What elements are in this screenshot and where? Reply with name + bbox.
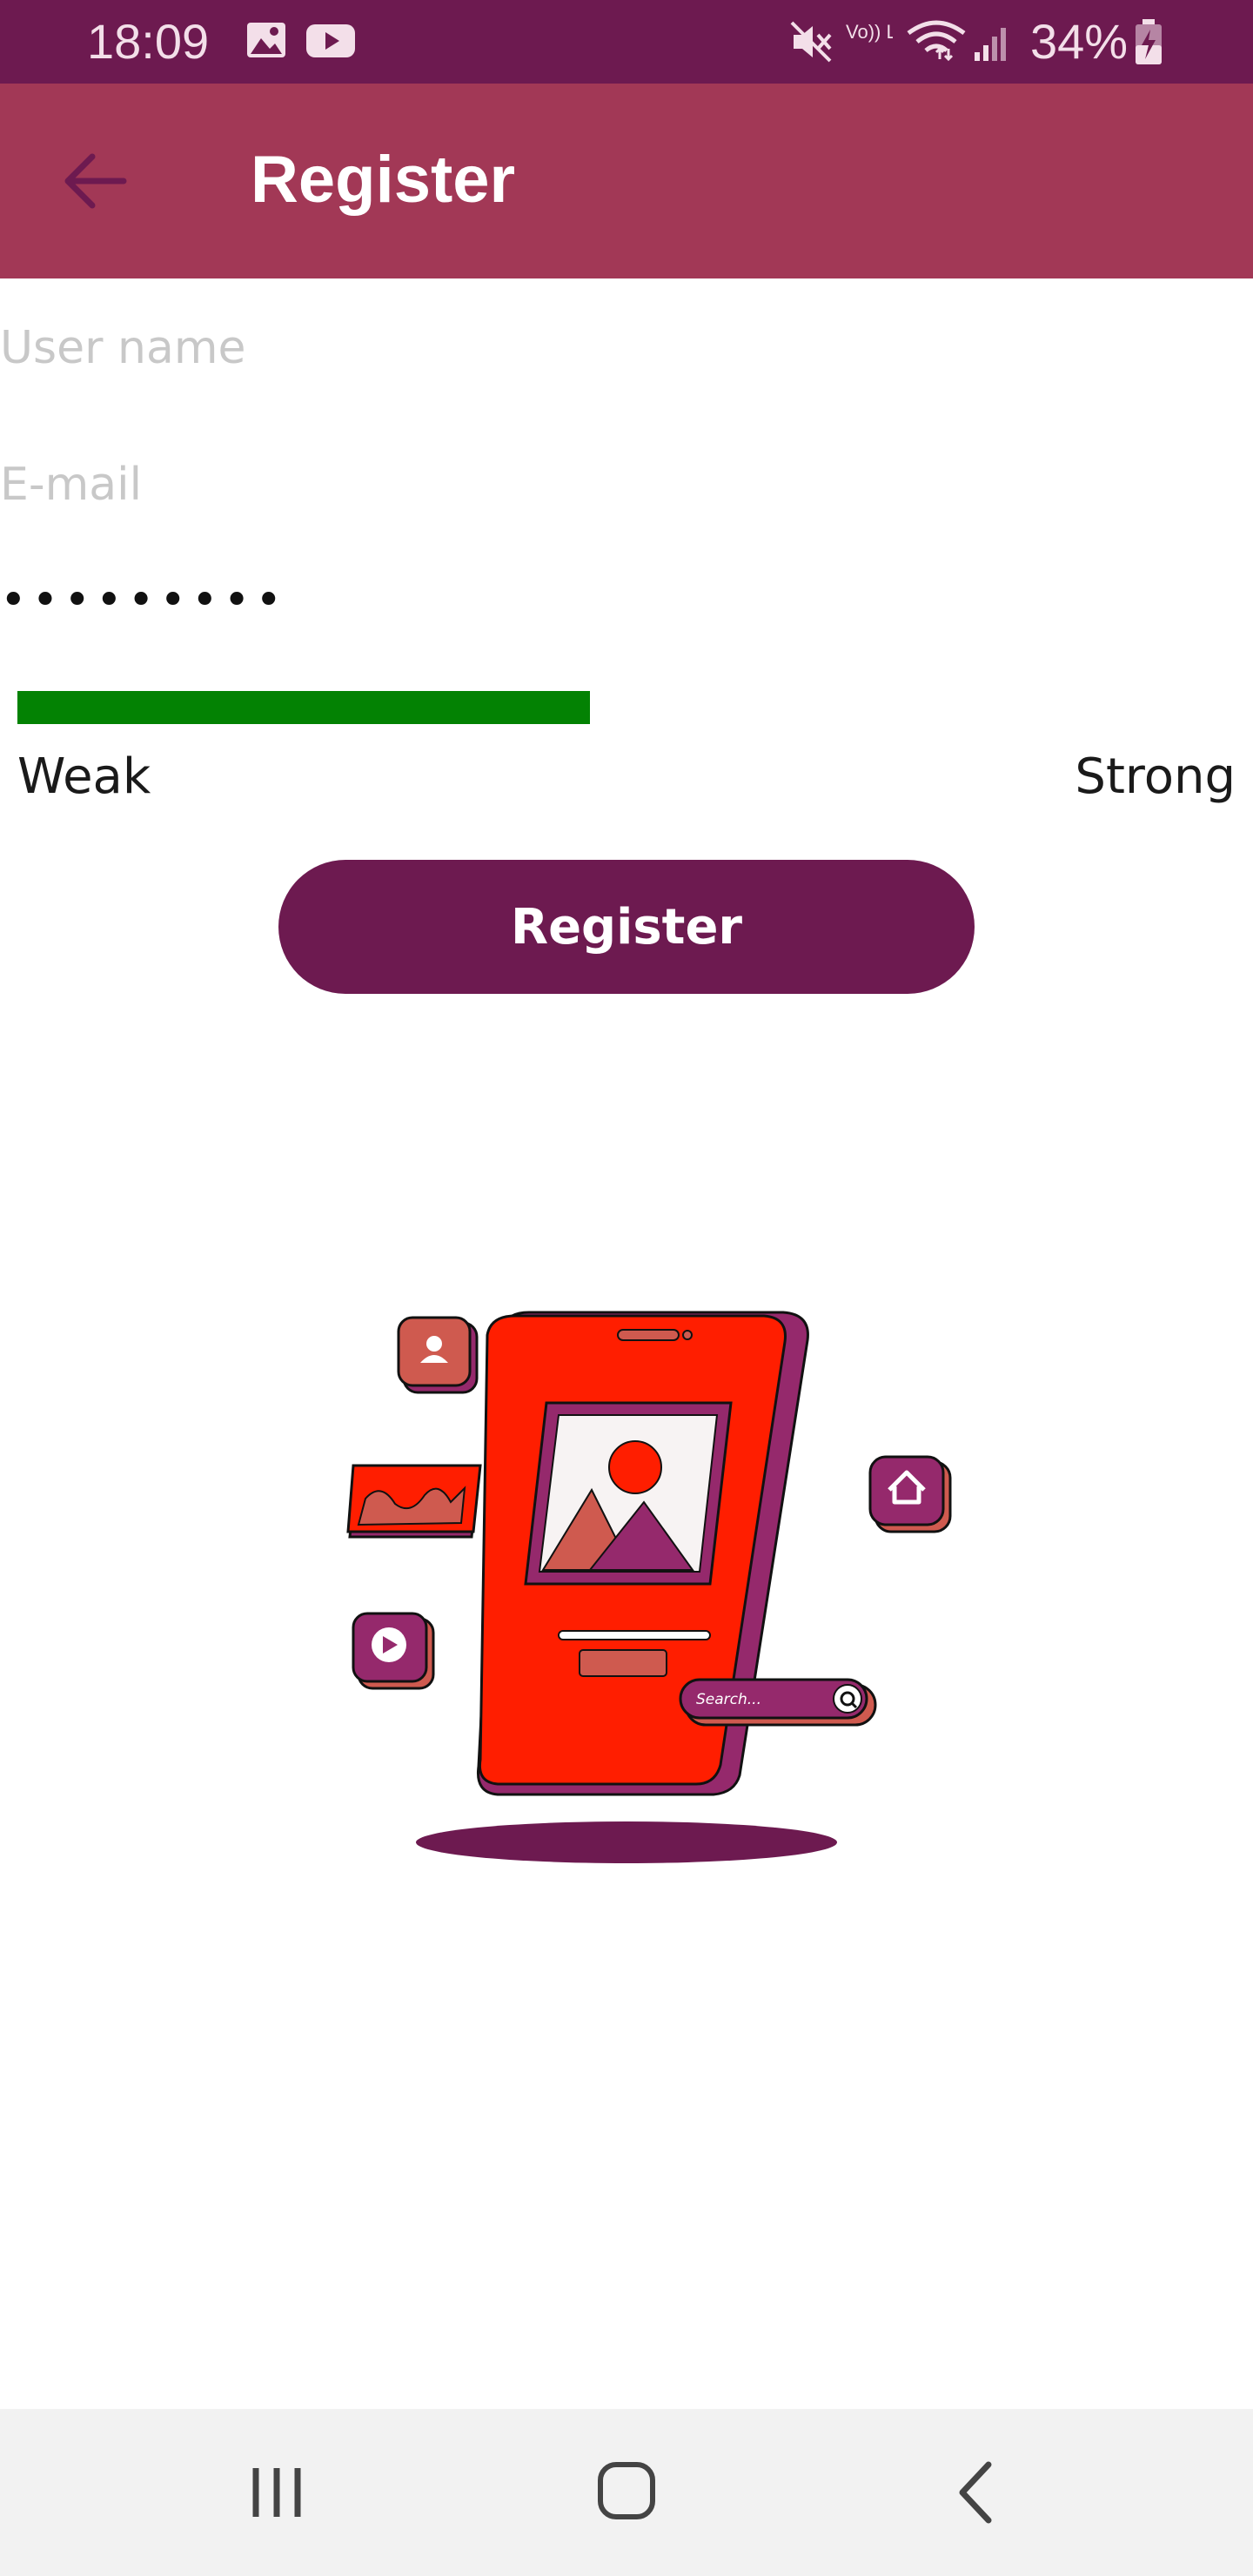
image-card: [524, 1401, 733, 1586]
volte-label: Vo)) LTE: [846, 21, 893, 43]
username-field[interactable]: [0, 309, 1253, 387]
recent-apps-button[interactable]: [224, 2451, 329, 2534]
password-field[interactable]: •••••••••: [0, 574, 1253, 653]
phone-illustration: Search...: [346, 1311, 952, 1863]
strength-weak-label: Weak: [17, 748, 151, 805]
back-icon: [959, 2461, 992, 2524]
home-icon: [598, 2462, 655, 2519]
status-time: 18:09: [87, 14, 210, 69]
home-badge-icon: [868, 1455, 952, 1533]
signal-icon: [975, 28, 1006, 61]
chart-card-icon: [346, 1464, 482, 1539]
battery-percent: 34%: [1030, 14, 1129, 69]
back-button[interactable]: [54, 139, 137, 223]
illustration-search-text: Search...: [696, 1691, 761, 1708]
recent-apps-icon: [252, 2468, 301, 2517]
system-nav-bar: [0, 2409, 1253, 2576]
ground-shadow: [416, 1821, 837, 1863]
page-title: Register: [251, 143, 516, 217]
youtube-icon: [306, 24, 355, 57]
mute-icon: [790, 21, 832, 63]
register-button[interactable]: Register: [278, 860, 975, 994]
nav-back-button[interactable]: [924, 2451, 1029, 2534]
status-bar: 18:09 Vo)) LTE 34%: [0, 0, 1253, 84]
user-badge-icon: [397, 1316, 479, 1394]
strength-strong-label: Strong: [1075, 748, 1236, 805]
password-strength-fill: [17, 691, 590, 724]
app-bar: Register: [0, 84, 1253, 278]
play-badge-icon: [352, 1612, 435, 1690]
arrow-back-icon: [64, 153, 127, 209]
search-pill: Search...: [679, 1678, 877, 1727]
email-field[interactable]: [0, 446, 1253, 524]
password-strength-bar: [17, 691, 1236, 724]
battery-icon: [1136, 19, 1162, 64]
image-icon: [247, 23, 285, 57]
volte-icon: Vo)) LTE: [846, 21, 893, 43]
home-button[interactable]: [574, 2451, 679, 2534]
wifi-icon: [907, 20, 966, 62]
